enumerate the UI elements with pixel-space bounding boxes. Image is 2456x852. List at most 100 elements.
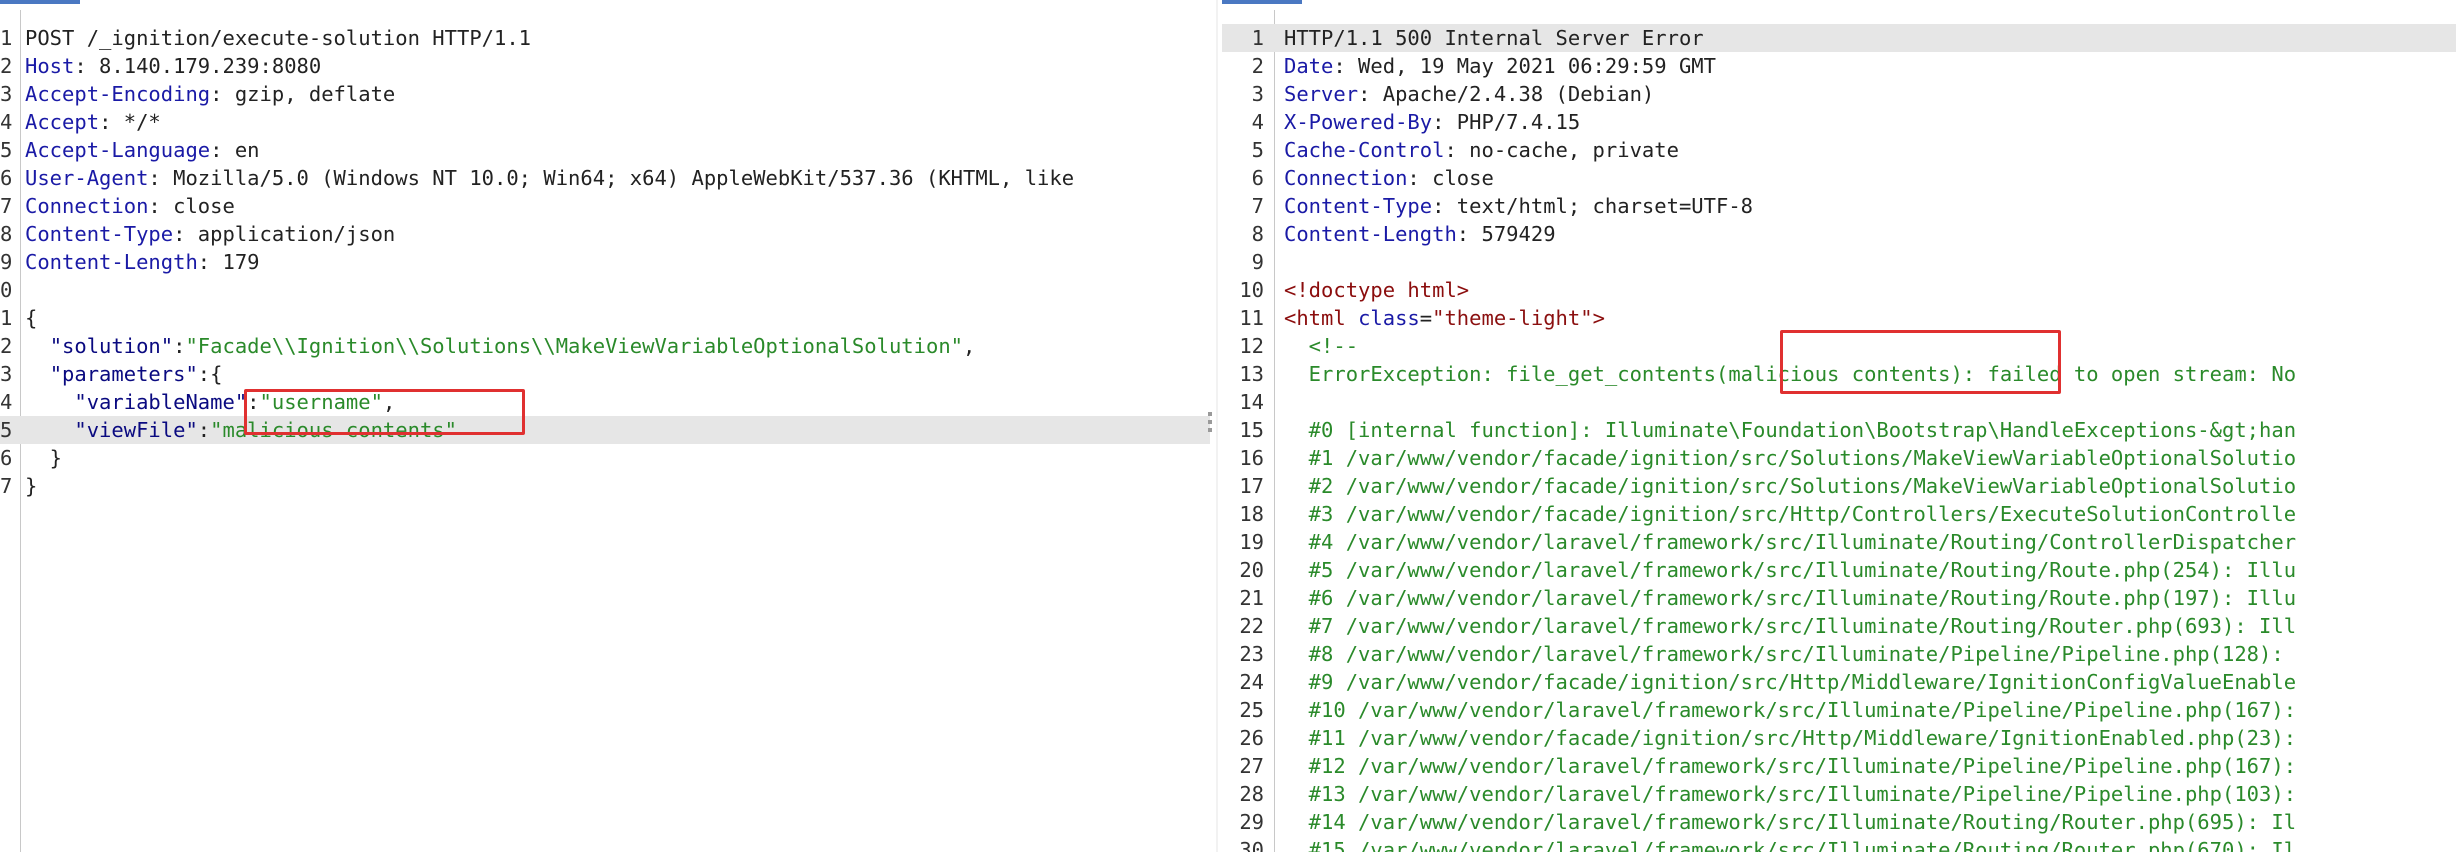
line-number: 22: [1239, 614, 1264, 638]
response-line[interactable]: 20 #5 /var/www/vendor/laravel/framework/…: [1222, 556, 2456, 584]
response-line[interactable]: 30 #15 /var/www/vendor/laravel/framework…: [1222, 836, 2456, 852]
code-token: #14 /var/www/vendor/laravel/framework/sr…: [1284, 810, 2297, 834]
response-line[interactable]: 4 X-Powered-By: PHP/7.4.15: [1222, 108, 2456, 136]
request-line[interactable]: 0: [0, 276, 1210, 304]
request-line[interactable]: 2 "solution":"Facade\\Ignition\\Solution…: [0, 332, 1210, 360]
code-token: }: [25, 446, 63, 470]
request-line[interactable]: 3 Accept-Encoding: gzip, deflate: [0, 80, 1210, 108]
code-token: :: [173, 334, 186, 358]
response-lines[interactable]: 1 HTTP/1.1 500 Internal Server Error 2 Date…: [1222, 24, 2456, 852]
pane-divider[interactable]: [1216, 0, 1218, 852]
code-token: Accept: [25, 110, 100, 134]
response-line[interactable]: 3 Server: Apache/2.4.38 (Debian): [1222, 80, 2456, 108]
response-line[interactable]: 10 <!doctype html>: [1222, 276, 2456, 304]
response-line[interactable]: 9: [1222, 248, 2456, 276]
tab-indicator-right: [1222, 0, 1302, 4]
response-line[interactable]: 26 #11 /var/www/vendor/facade/ignition/s…: [1222, 724, 2456, 752]
request-line[interactable]: 4 "variableName":"username",: [0, 388, 1210, 416]
code-token: <!doctype html>: [1284, 278, 1470, 302]
response-line[interactable]: 24 #9 /var/www/vendor/facade/ignition/sr…: [1222, 668, 2456, 696]
code-token: : text/html; charset=UTF-8: [1432, 194, 1754, 218]
response-line[interactable]: 13 ErrorException: file_get_contents(mal…: [1222, 360, 2456, 388]
code-token: #11 /var/www/vendor/facade/ignition/src/…: [1284, 726, 2297, 750]
line-number: 4: [1251, 110, 1264, 134]
response-line[interactable]: 27 #12 /var/www/vendor/laravel/framework…: [1222, 752, 2456, 780]
line-number: 4: [0, 110, 13, 134]
line-number: 15: [1239, 418, 1264, 442]
line-number: 1: [0, 306, 13, 330]
response-line[interactable]: 12 <!--: [1222, 332, 2456, 360]
response-line[interactable]: 23 #8 /var/www/vendor/laravel/framework/…: [1222, 640, 2456, 668]
code-token: }: [25, 474, 38, 498]
line-number: 6: [0, 166, 13, 190]
code-token: Content-Length: [25, 250, 198, 274]
request-line[interactable]: 9 Content-Length: 179: [0, 248, 1210, 276]
code-token: : no-cache, private: [1444, 138, 1679, 162]
response-line[interactable]: 8 Content-Length: 579429: [1222, 220, 2456, 248]
line-number: 5: [1251, 138, 1264, 162]
request-line[interactable]: 3 "parameters":{: [0, 360, 1210, 388]
response-line[interactable]: 17 #2 /var/www/vendor/facade/ignition/sr…: [1222, 472, 2456, 500]
line-number: 4: [0, 390, 13, 414]
code-token: :: [197, 418, 211, 442]
response-line[interactable]: 1 HTTP/1.1 500 Internal Server Error: [1222, 24, 2456, 52]
response-line[interactable]: 25 #10 /var/www/vendor/laravel/framework…: [1222, 696, 2456, 724]
request-editor-pane[interactable]: 1 POST /_ignition/execute-solution HTTP/1…: [0, 10, 1210, 852]
line-number: 23: [1239, 642, 1264, 666]
response-line[interactable]: 22 #7 /var/www/vendor/laravel/framework/…: [1222, 612, 2456, 640]
request-line[interactable]: 5 "viewFile":"malicious contents": [0, 416, 1210, 444]
code-token: : Wed, 19 May 2021 06:29:59 GMT: [1333, 54, 1716, 78]
request-line[interactable]: 2 Host: 8.140.179.239:8080: [0, 52, 1210, 80]
response-line[interactable]: 16 #1 /var/www/vendor/facade/ignition/sr…: [1222, 444, 2456, 472]
request-lines[interactable]: 1 POST /_ignition/execute-solution HTTP/1…: [0, 24, 1210, 500]
response-line[interactable]: 28 #13 /var/www/vendor/laravel/framework…: [1222, 780, 2456, 808]
response-line[interactable]: 11 <html class="theme-light">: [1222, 304, 2456, 332]
line-number: 16: [1239, 446, 1264, 470]
code-token: : 179: [197, 250, 260, 274]
code-token: ErrorException: file_get_contents(malici…: [1284, 362, 2297, 386]
response-viewer-pane[interactable]: 1 HTTP/1.1 500 Internal Server Error 2 Date…: [1222, 10, 2456, 852]
request-line[interactable]: 8 Content-Type: application/json: [0, 220, 1210, 248]
code-token: : Apache/2.4.38 (Debian): [1358, 82, 1655, 106]
code-token: Accept-Encoding: [25, 82, 211, 106]
response-line[interactable]: 2 Date: Wed, 19 May 2021 06:29:59 GMT: [1222, 52, 2456, 80]
response-line[interactable]: 6 Connection: close: [1222, 164, 2456, 192]
request-line[interactable]: 6 User-Agent: Mozilla/5.0 (Windows NT 10.…: [0, 164, 1210, 192]
request-line[interactable]: 7 Connection: close: [0, 192, 1210, 220]
request-line[interactable]: 4 Accept: */*: [0, 108, 1210, 136]
response-line[interactable]: 18 #3 /var/www/vendor/facade/ignition/sr…: [1222, 500, 2456, 528]
code-token: HTTP/1.1 500 Internal Server Error: [1284, 26, 1704, 50]
tab-indicator-left: [0, 0, 80, 4]
response-line[interactable]: 21 #6 /var/www/vendor/laravel/framework/…: [1222, 584, 2456, 612]
line-number: 3: [0, 362, 13, 386]
request-line[interactable]: 1{: [0, 304, 1210, 332]
splitter-grip-icon[interactable]: [1207, 412, 1213, 438]
response-line[interactable]: 29 #14 /var/www/vendor/laravel/framework…: [1222, 808, 2456, 836]
request-line[interactable]: 1 POST /_ignition/execute-solution HTTP/1…: [0, 24, 1210, 52]
code-token: #12 /var/www/vendor/laravel/framework/sr…: [1284, 754, 2297, 778]
code-token: "parameters": [49, 362, 198, 386]
code-token: : close: [1407, 166, 1494, 190]
line-number: 5: [0, 138, 13, 162]
line-number: 7: [0, 474, 13, 498]
code-token: Accept-Language: [25, 138, 211, 162]
line-number: 11: [1239, 306, 1264, 330]
response-line[interactable]: 5 Cache-Control: no-cache, private: [1222, 136, 2456, 164]
code-token: : gzip, deflate: [210, 82, 396, 106]
line-number: 6: [0, 446, 13, 470]
code-token: : close: [148, 194, 235, 218]
code-token: ,: [382, 390, 396, 414]
code-token: : en: [210, 138, 260, 162]
response-line[interactable]: 7 Content-Type: text/html; charset=UTF-8: [1222, 192, 2456, 220]
request-line[interactable]: 7}: [0, 472, 1210, 500]
line-number: 3: [1251, 82, 1264, 106]
code-token: #6 /var/www/vendor/laravel/framework/src…: [1284, 586, 2297, 610]
line-number: 19: [1239, 530, 1264, 554]
response-line[interactable]: 14: [1222, 388, 2456, 416]
response-line[interactable]: 19 #4 /var/www/vendor/laravel/framework/…: [1222, 528, 2456, 556]
request-line[interactable]: 6 }: [0, 444, 1210, 472]
code-token: : PHP/7.4.15: [1432, 110, 1581, 134]
line-number: 2: [0, 54, 13, 78]
response-line[interactable]: 15 #0 [internal function]: Illuminate\Fo…: [1222, 416, 2456, 444]
request-line[interactable]: 5 Accept-Language: en: [0, 136, 1210, 164]
